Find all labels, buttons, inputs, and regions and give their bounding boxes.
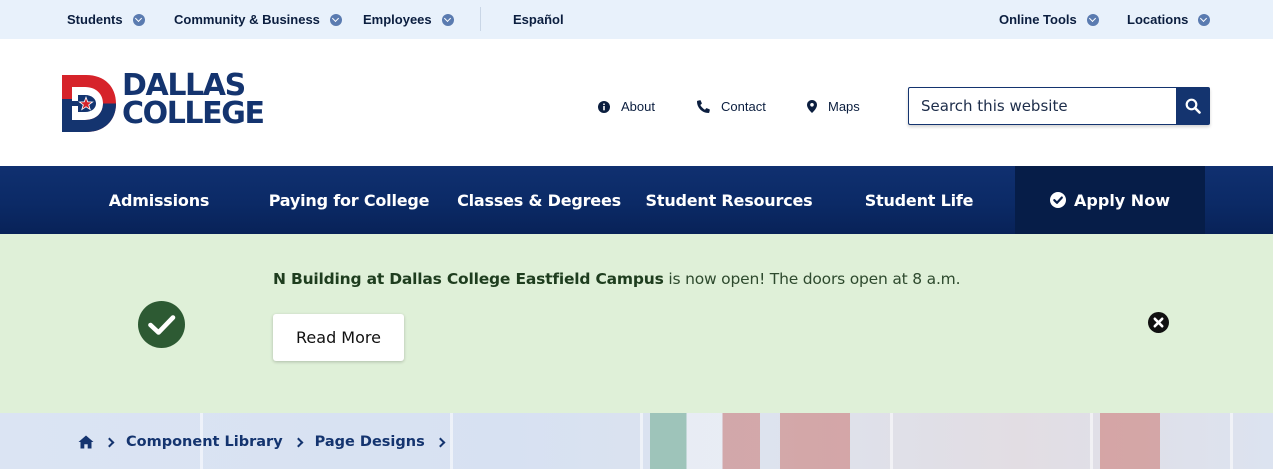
chevron-down-icon <box>1198 13 1211 26</box>
nav-paying-for-college[interactable]: Paying for College <box>258 166 440 234</box>
search-input[interactable] <box>908 87 1176 125</box>
check-circle-icon <box>138 301 185 348</box>
main-navigation: Admissions Paying for College Classes & … <box>0 166 1273 234</box>
check-circle-icon <box>1050 192 1067 208</box>
background-flag-image <box>650 413 760 469</box>
utility-menu-locations[interactable]: Locations <box>1127 0 1211 39</box>
breadcrumb-band: Component Library Page Designs <box>0 413 1273 469</box>
alert-message-text: is now open! The doors open at 8 a.m. <box>663 270 961 288</box>
language-link-espanol[interactable]: Español <box>513 0 564 39</box>
utility-bar: Students Community & Business Employees … <box>0 0 1273 39</box>
header-link-label: Maps <box>828 99 860 114</box>
flag-pole <box>1230 413 1233 469</box>
utility-menu-employees[interactable]: Employees <box>363 0 454 39</box>
search-form <box>908 87 1210 125</box>
alert-banner: N Building at Dallas College Eastfield C… <box>0 234 1273 413</box>
utility-menu-label: Community & Business <box>174 12 320 27</box>
logo-wordmark: DALLAS COLLEGE <box>122 71 265 131</box>
header-link-label: Contact <box>721 99 766 114</box>
chevron-down-icon <box>329 13 342 26</box>
utility-menu-label: Students <box>67 12 123 27</box>
alert-message-bold: N Building at Dallas College Eastfield C… <box>273 270 664 288</box>
flag-pole <box>890 413 893 469</box>
apply-now-button[interactable]: Apply Now <box>1015 166 1205 234</box>
header-link-contact[interactable]: Contact <box>697 99 766 114</box>
flag-pole <box>1090 413 1093 469</box>
utility-menu-students[interactable]: Students <box>67 0 145 39</box>
chevron-right-icon <box>293 437 304 447</box>
site-header: DALLAS COLLEGE About Contact Maps <box>0 39 1273 166</box>
phone-icon <box>697 100 710 113</box>
nav-admissions[interactable]: Admissions <box>95 166 223 234</box>
info-icon <box>598 100 610 113</box>
nav-student-life[interactable]: Student Life <box>852 166 986 234</box>
map-marker-icon <box>807 100 817 113</box>
header-link-label: About <box>621 99 655 114</box>
nav-classes-degrees[interactable]: Classes & Degrees <box>452 166 626 234</box>
header-link-about[interactable]: About <box>598 99 655 114</box>
search-button[interactable] <box>1176 87 1210 125</box>
read-more-button[interactable]: Read More <box>273 314 404 361</box>
utility-menu-label: Locations <box>1127 12 1189 27</box>
utility-menu-label: Online Tools <box>999 12 1077 27</box>
chevron-down-icon <box>1086 13 1099 26</box>
chevron-right-icon <box>435 437 446 447</box>
breadcrumb-link-component-library[interactable]: Component Library <box>126 434 283 450</box>
utility-divider <box>480 7 481 31</box>
apply-now-label: Apply Now <box>1074 190 1170 210</box>
background-flag-image <box>780 413 850 469</box>
utility-menu-label: Employees <box>363 12 432 27</box>
chevron-down-icon <box>441 13 454 26</box>
flag-pole <box>640 413 643 469</box>
nav-student-resources[interactable]: Student Resources <box>640 166 818 234</box>
background-flag-image <box>1100 413 1160 469</box>
utility-menu-online-tools[interactable]: Online Tools <box>999 0 1099 39</box>
chevron-down-icon <box>132 13 145 26</box>
search-icon <box>1185 98 1201 114</box>
alert-message: N Building at Dallas College Eastfield C… <box>273 270 960 288</box>
breadcrumb: Component Library Page Designs <box>78 433 457 451</box>
header-link-maps[interactable]: Maps <box>807 99 860 114</box>
logo-d-mark-icon <box>62 75 116 132</box>
close-icon[interactable] <box>1148 312 1169 333</box>
chevron-right-icon <box>104 437 115 447</box>
utility-menu-community-business[interactable]: Community & Business <box>174 0 342 39</box>
dallas-college-logo[interactable]: DALLAS COLLEGE <box>62 71 292 133</box>
home-icon[interactable] <box>78 435 94 449</box>
breadcrumb-link-page-designs[interactable]: Page Designs <box>315 434 425 450</box>
logo-line-college: COLLEGE <box>122 96 265 131</box>
